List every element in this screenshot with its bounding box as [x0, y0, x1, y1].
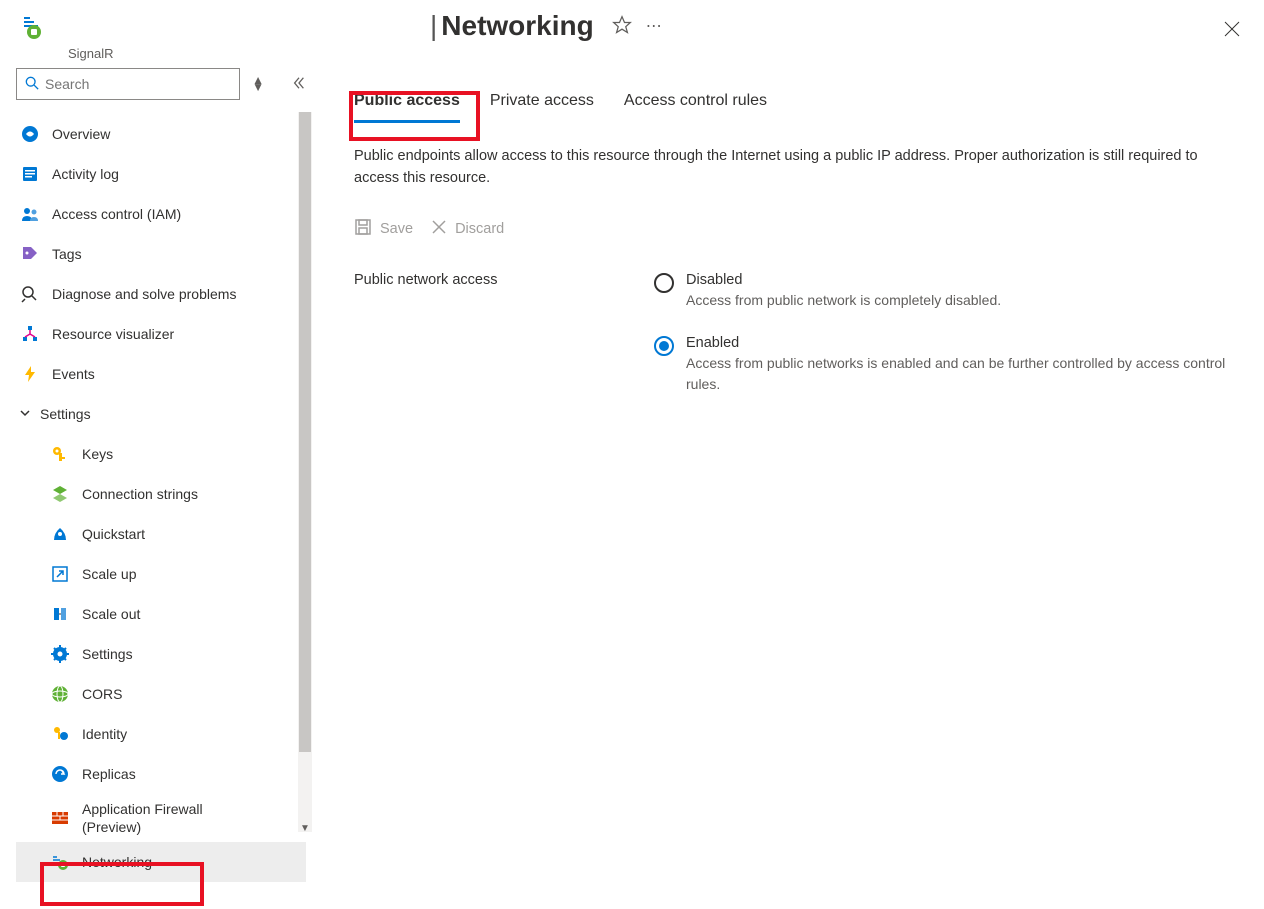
- radio-enabled[interactable]: Enabled Access from public networks is e…: [654, 335, 1226, 395]
- firewall-icon: [50, 808, 70, 828]
- radio-circle-icon: [654, 273, 674, 293]
- nav-label: Identity: [82, 726, 127, 742]
- sidebar-item-diagnose[interactable]: Diagnose and solve problems: [16, 274, 306, 314]
- tab-public-access[interactable]: Public access: [354, 88, 460, 123]
- sidebar-item-scale-up[interactable]: Scale up: [16, 554, 306, 594]
- sidebar-item-events[interactable]: Events: [16, 354, 306, 394]
- discard-icon: [431, 219, 447, 239]
- sidebar-group-settings[interactable]: Settings: [16, 394, 306, 434]
- networking-icon: [50, 852, 70, 872]
- resource-visualizer-icon: [20, 324, 40, 344]
- public-network-access-section: Public network access Disabled Access fr…: [354, 272, 1236, 395]
- sidebar-item-connection-strings[interactable]: Connection strings: [16, 474, 306, 514]
- nav-label: Settings: [82, 646, 133, 662]
- radio-title: Disabled: [686, 272, 1001, 288]
- access-control-icon: [20, 204, 40, 224]
- nav-label: Scale up: [82, 566, 136, 582]
- radio-disabled[interactable]: Disabled Access from public network is c…: [654, 272, 1226, 311]
- header-bar: SignalR | Networking ⋯: [0, 0, 1264, 50]
- search-sort-icon[interactable]: ▲▼: [252, 77, 264, 91]
- save-icon: [354, 218, 372, 240]
- overview-icon: [20, 124, 40, 144]
- tab-description: Public endpoints allow access to this re…: [354, 145, 1214, 190]
- favorite-star-icon[interactable]: [612, 15, 632, 38]
- identity-icon: [50, 724, 70, 744]
- tab-access-control-rules[interactable]: Access control rules: [624, 88, 767, 123]
- sidebar-item-replicas[interactable]: Replicas: [16, 754, 306, 794]
- nav-label: Settings: [40, 406, 91, 422]
- sidebar-item-scale-out[interactable]: Scale out: [16, 594, 306, 634]
- service-type-label: SignalR: [68, 46, 114, 61]
- sidebar-item-quickstart[interactable]: Quickstart: [16, 514, 306, 554]
- activity-log-icon: [20, 164, 40, 184]
- nav-label: Application Firewall (Preview): [82, 800, 232, 836]
- replicas-icon: [50, 764, 70, 784]
- nav-label: Tags: [52, 246, 82, 262]
- signalr-service-icon: [20, 12, 50, 42]
- sidebar-item-overview[interactable]: Overview: [16, 114, 306, 154]
- quickstart-icon: [50, 524, 70, 544]
- nav-label: Access control (IAM): [52, 206, 181, 222]
- sidebar-item-settings[interactable]: Settings: [16, 634, 306, 674]
- section-label: Public network access: [354, 272, 654, 395]
- page-title-wrap: | Networking ⋯: [430, 10, 664, 42]
- close-icon[interactable]: [1224, 20, 1240, 43]
- nav-label: Connection strings: [82, 486, 198, 502]
- connection-strings-icon: [50, 484, 70, 504]
- nav-label: Events: [52, 366, 95, 382]
- scale-out-icon: [50, 604, 70, 624]
- save-button[interactable]: Save: [354, 218, 413, 240]
- sidebar-item-keys[interactable]: Keys: [16, 434, 306, 474]
- discard-label: Discard: [455, 221, 504, 237]
- sidebar-item-networking[interactable]: Networking: [16, 842, 306, 882]
- sidebar: ▲▼ Overview Activity log Access control …: [0, 68, 306, 907]
- diagnose-icon: [20, 284, 40, 304]
- keys-icon: [50, 444, 70, 464]
- nav-label: Overview: [52, 126, 110, 142]
- collapse-sidebar-icon[interactable]: [292, 76, 306, 93]
- toolbar: Save Discard: [354, 218, 1236, 240]
- radio-desc: Access from public networks is enabled a…: [686, 353, 1226, 395]
- sidebar-item-firewall[interactable]: Application Firewall (Preview): [16, 794, 306, 842]
- sidebar-item-access-control[interactable]: Access control (IAM): [16, 194, 306, 234]
- nav-label: Replicas: [82, 766, 136, 782]
- sidebar-item-cors[interactable]: CORS: [16, 674, 306, 714]
- sidebar-item-resource-visualizer[interactable]: Resource visualizer: [16, 314, 306, 354]
- sidebar-item-identity[interactable]: Identity: [16, 714, 306, 754]
- chevron-down-icon: [18, 406, 32, 423]
- search-input[interactable]: [45, 76, 231, 92]
- gear-icon: [50, 644, 70, 664]
- nav-label: Scale out: [82, 606, 140, 622]
- tab-private-access[interactable]: Private access: [490, 88, 594, 123]
- sidebar-search-box[interactable]: [16, 68, 240, 100]
- radio-desc: Access from public network is completely…: [686, 290, 1001, 311]
- scale-up-icon: [50, 564, 70, 584]
- tabs: Public access Private access Access cont…: [354, 88, 1236, 123]
- radio-circle-checked-icon: [654, 336, 674, 356]
- search-icon: [25, 76, 39, 93]
- tags-icon: [20, 244, 40, 264]
- page-title: Networking: [441, 10, 593, 42]
- nav-label: Activity log: [52, 166, 119, 182]
- nav-label: Networking: [82, 854, 152, 870]
- nav-label: Diagnose and solve problems: [52, 286, 236, 302]
- sidebar-item-activity-log[interactable]: Activity log: [16, 154, 306, 194]
- more-actions-icon[interactable]: ⋯: [646, 16, 664, 36]
- nav-label: Keys: [82, 446, 113, 462]
- events-icon: [20, 364, 40, 384]
- nav-label: Resource visualizer: [52, 326, 174, 342]
- radio-title: Enabled: [686, 335, 1226, 351]
- main-content: Public access Private access Access cont…: [306, 68, 1264, 907]
- cors-icon: [50, 684, 70, 704]
- title-separator: |: [430, 10, 437, 42]
- sidebar-item-tags[interactable]: Tags: [16, 234, 306, 274]
- nav-list: Overview Activity log Access control (IA…: [16, 114, 306, 882]
- save-label: Save: [380, 221, 413, 237]
- nav-label: CORS: [82, 686, 122, 702]
- discard-button[interactable]: Discard: [431, 218, 504, 240]
- nav-label: Quickstart: [82, 526, 145, 542]
